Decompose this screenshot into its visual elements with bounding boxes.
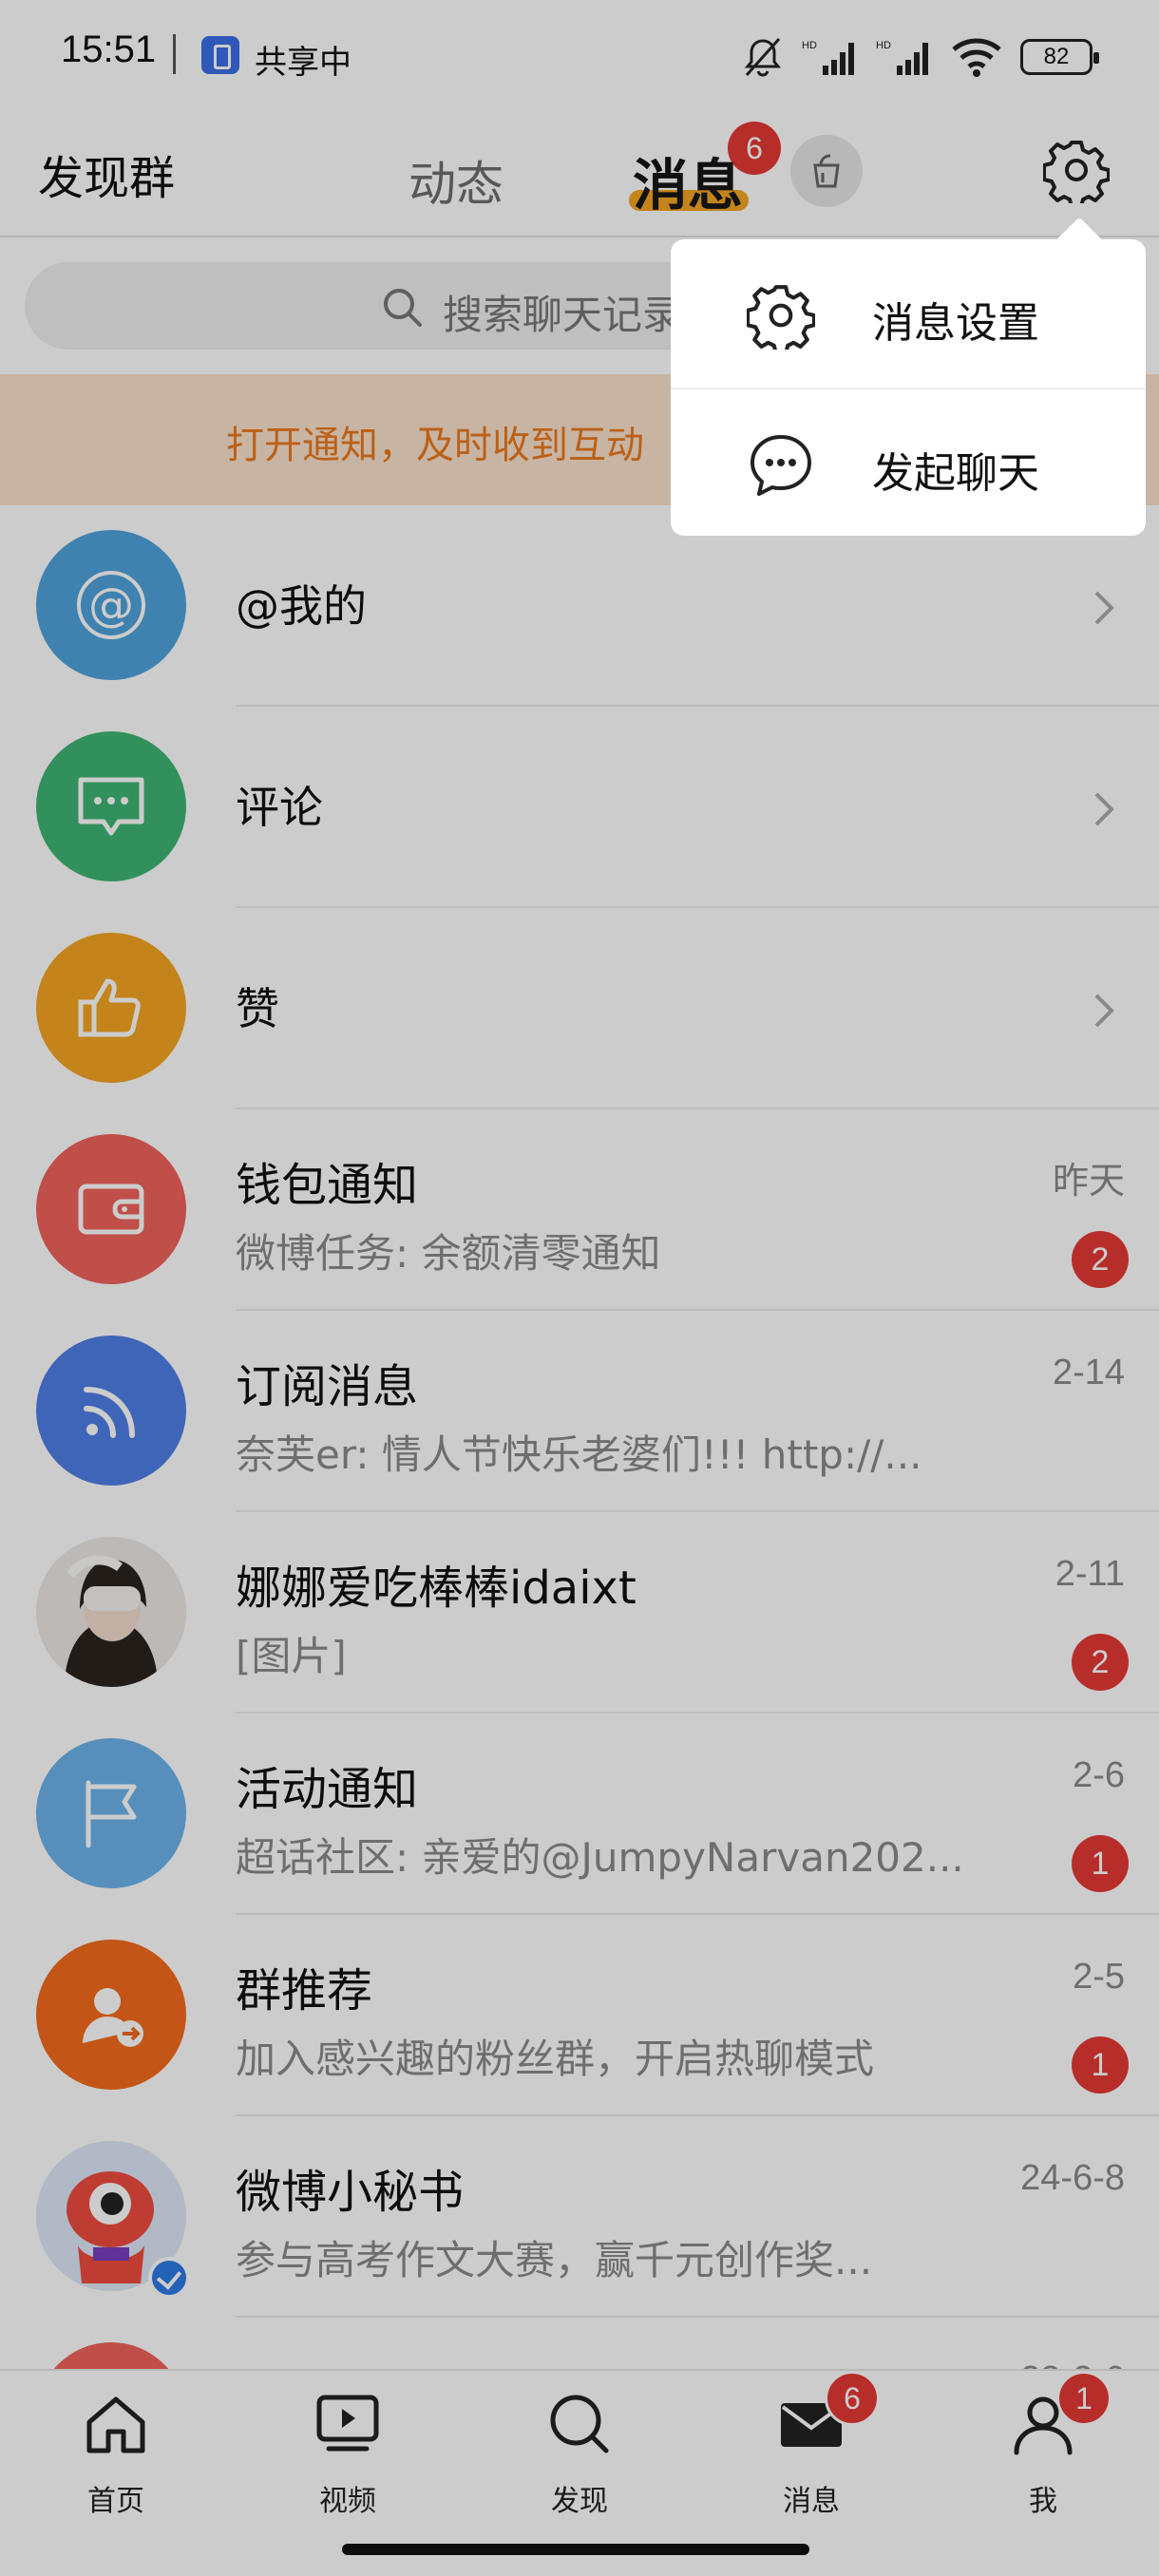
tab-messages[interactable]: 消息 bbox=[633, 141, 743, 220]
menu-item-label: 消息设置 bbox=[872, 299, 1039, 348]
gear-icon bbox=[747, 285, 815, 350]
tab-messages-label: 消息 bbox=[633, 153, 744, 218]
chat-bubble-icon bbox=[750, 435, 811, 496]
menu-item-message-settings[interactable]: 消息设置 bbox=[671, 239, 1146, 388]
menu-item-label: 发起聊天 bbox=[872, 449, 1039, 498]
menu-item-start-chat[interactable]: 发起聊天 bbox=[671, 388, 1146, 536]
settings-popup-menu: 消息设置 发起聊天 bbox=[671, 239, 1146, 536]
